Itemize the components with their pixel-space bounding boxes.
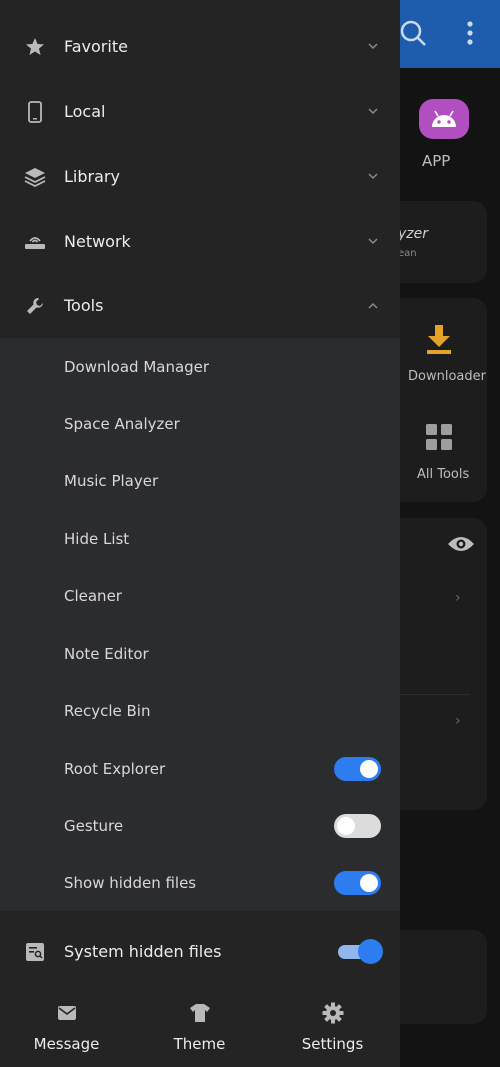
menu-network[interactable]: Network xyxy=(0,209,400,274)
router-icon xyxy=(24,231,46,253)
layers-icon xyxy=(24,166,46,188)
android-icon[interactable] xyxy=(419,99,469,139)
menu-label: Library xyxy=(64,167,120,186)
system-hidden-files-row[interactable]: System hidden files xyxy=(0,919,400,984)
tool-cleaner[interactable]: Cleaner xyxy=(0,567,400,624)
chevron-up-icon xyxy=(367,300,379,312)
chevron-down-icon xyxy=(367,171,379,183)
tool-note-editor[interactable]: Note Editor xyxy=(0,625,400,682)
tools-submenu: Download Manager Space Analyzer Music Pl… xyxy=(0,338,400,911)
grid-icon[interactable] xyxy=(425,423,453,451)
menu-label: Network xyxy=(64,232,131,251)
theme-button[interactable]: Theme xyxy=(133,990,266,1067)
menu-favorite[interactable]: Favorite xyxy=(0,14,400,79)
tool-label: Gesture xyxy=(64,816,124,835)
settings-button[interactable]: Settings xyxy=(266,990,399,1067)
message-label: Message xyxy=(33,1035,100,1053)
tool-label: Music Player xyxy=(64,471,159,490)
tool-label: Space Analyzer xyxy=(64,414,180,433)
gear-icon xyxy=(322,1002,344,1024)
toggle-knob xyxy=(360,874,378,892)
analyzer-card-title: yzer xyxy=(398,226,429,242)
drawer-bottom-nav: Message Theme Settings xyxy=(0,990,400,1067)
mail-icon xyxy=(56,1002,78,1024)
app-label: APP xyxy=(422,152,451,170)
tool-label: Hide List xyxy=(64,529,130,548)
chevron-right-icon: › xyxy=(455,713,461,729)
tool-gesture[interactable]: Gesture xyxy=(0,797,400,854)
toggle-knob xyxy=(337,817,355,835)
chevron-down-icon xyxy=(367,236,379,248)
theme-label: Theme xyxy=(173,1035,226,1053)
more-vert-icon[interactable] xyxy=(455,18,485,48)
navigation-drawer: Favorite Local Library Network Tools Dow… xyxy=(0,0,400,1067)
file-search-icon xyxy=(24,941,46,963)
menu-label: Local xyxy=(64,102,106,121)
chevron-down-icon xyxy=(367,106,379,118)
tool-label: Show hidden files xyxy=(64,873,197,892)
search-icon[interactable] xyxy=(398,18,428,48)
tool-recycle-bin[interactable]: Recycle Bin xyxy=(0,682,400,739)
chevron-right-icon: › xyxy=(455,590,461,606)
settings-label: Settings xyxy=(301,1035,364,1053)
eye-icon[interactable] xyxy=(447,534,475,554)
tool-label: Cleaner xyxy=(64,586,122,605)
downloader-label: Downloader xyxy=(408,369,486,384)
chevron-down-icon xyxy=(367,41,379,53)
tool-root-explorer[interactable]: Root Explorer xyxy=(0,740,400,797)
menu-label: Favorite xyxy=(64,37,128,56)
tool-label: Recycle Bin xyxy=(64,701,151,720)
tool-hide-list[interactable]: Hide List xyxy=(0,510,400,567)
menu-local[interactable]: Local xyxy=(0,79,400,144)
message-button[interactable]: Message xyxy=(0,990,133,1067)
shirt-icon xyxy=(189,1002,211,1024)
tool-music-player[interactable]: Music Player xyxy=(0,452,400,509)
phone-icon xyxy=(24,100,46,123)
system-hidden-files-label: System hidden files xyxy=(64,942,222,961)
root-explorer-toggle[interactable] xyxy=(334,757,381,781)
gesture-toggle[interactable] xyxy=(334,814,381,838)
toggle-knob xyxy=(360,760,378,778)
download-icon[interactable] xyxy=(425,323,453,355)
wrench-icon xyxy=(24,295,46,317)
analyzer-card-subtitle: ean xyxy=(398,248,417,259)
tool-label: Root Explorer xyxy=(64,759,166,778)
tool-show-hidden-files[interactable]: Show hidden files xyxy=(0,854,400,911)
tool-label: Download Manager xyxy=(64,357,210,376)
menu-label: Tools xyxy=(64,296,104,315)
menu-tools[interactable]: Tools xyxy=(0,273,400,338)
menu-library[interactable]: Library xyxy=(0,144,400,209)
tool-space-analyzer[interactable]: Space Analyzer xyxy=(0,395,400,452)
system-hidden-files-toggle[interactable] xyxy=(338,939,384,964)
star-icon xyxy=(24,36,46,58)
toggle-knob xyxy=(358,939,383,964)
tool-download-manager[interactable]: Download Manager xyxy=(0,338,400,395)
all-tools-label: All Tools xyxy=(417,467,470,482)
tool-label: Note Editor xyxy=(64,644,149,663)
show-hidden-files-toggle[interactable] xyxy=(334,871,381,895)
